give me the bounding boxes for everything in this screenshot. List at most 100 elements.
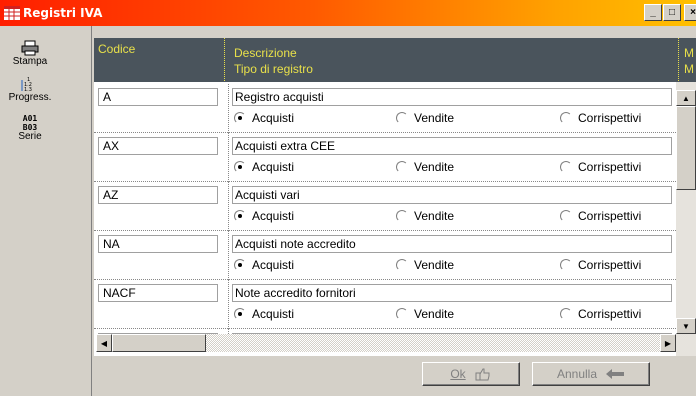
radio-vendite[interactable]: Vendite bbox=[396, 307, 454, 321]
ok-button[interactable]: Ok bbox=[422, 362, 520, 386]
progress-label: Progress. bbox=[8, 92, 52, 103]
table-row[interactable]: A Registro acquisti Acquisti Vendite Corrisp… bbox=[94, 84, 676, 133]
radio-button-icon[interactable] bbox=[234, 210, 246, 222]
code-field[interactable]: AX bbox=[98, 137, 218, 155]
horizontal-scroll-thumb[interactable] bbox=[112, 334, 206, 352]
radio-vendite[interactable]: Vendite bbox=[396, 111, 454, 125]
radio-button-icon[interactable] bbox=[560, 308, 572, 320]
table-row[interactable]: NA Acquisti note accredito Acquisti Vendite… bbox=[94, 231, 676, 280]
maximize-button[interactable]: □ bbox=[663, 4, 681, 21]
annulla-button[interactable]: Annulla bbox=[532, 362, 650, 386]
radio-corrispettivi[interactable]: Corrispettivi bbox=[560, 160, 641, 174]
radio-label: Acquisti bbox=[252, 160, 295, 174]
m-label: M bbox=[684, 62, 694, 76]
row-divider bbox=[228, 182, 229, 231]
description-field[interactable]: Note accredito fornitori bbox=[232, 284, 672, 302]
radio-corrispettivi[interactable]: Corrispettivi bbox=[560, 258, 641, 272]
column-separator[interactable] bbox=[678, 38, 679, 82]
serie-code: A01 bbox=[22, 114, 38, 123]
radio-corrispettivi[interactable]: Corrispettivi bbox=[560, 111, 641, 125]
scroll-down-button[interactable]: ▼ bbox=[676, 318, 696, 334]
grid-rows: A Registro acquisti Acquisti Vendite Corrisp… bbox=[94, 84, 676, 343]
radio-label: Corrispettivi bbox=[578, 111, 642, 125]
scroll-up-button[interactable]: ▲ bbox=[676, 90, 696, 106]
radio-label: Acquisti bbox=[252, 209, 295, 223]
radio-label: Vendite bbox=[414, 209, 455, 223]
window-title: Registri IVA bbox=[23, 6, 103, 20]
radio-label: Acquisti bbox=[252, 111, 295, 125]
radio-button-icon[interactable] bbox=[396, 210, 408, 222]
minimize-button[interactable]: _ bbox=[644, 4, 662, 21]
horizontal-scrollbar[interactable]: ◀ ▶ bbox=[96, 334, 676, 352]
radio-acquisti[interactable]: Acquisti bbox=[234, 307, 294, 321]
radio-button-icon[interactable] bbox=[396, 112, 408, 124]
radio-button-icon[interactable] bbox=[234, 161, 246, 173]
row-divider bbox=[228, 133, 229, 182]
row-divider bbox=[228, 84, 229, 133]
tipo-registro-group: Acquisti Vendite Corrispettivi bbox=[232, 160, 672, 178]
radio-button-icon[interactable] bbox=[234, 112, 246, 124]
vertical-scroll-thumb[interactable] bbox=[676, 106, 696, 190]
radio-vendite[interactable]: Vendite bbox=[396, 209, 454, 223]
title-bar[interactable]: Registri IVA _ □ × bbox=[0, 0, 696, 26]
radio-acquisti[interactable]: Acquisti bbox=[234, 258, 294, 272]
hand-icon bbox=[475, 368, 490, 381]
arrow-left-icon bbox=[606, 369, 625, 379]
radio-button-icon[interactable] bbox=[560, 210, 572, 222]
radio-label: Vendite bbox=[414, 111, 455, 125]
column-header-m[interactable]: M M bbox=[684, 45, 694, 77]
radio-acquisti[interactable]: Acquisti bbox=[234, 209, 294, 223]
stampa-tool-button[interactable]: Stampa bbox=[0, 40, 60, 67]
table-row[interactable]: AZ Acquisti vari Acquisti Vendite Corrispett… bbox=[94, 182, 676, 231]
row-divider bbox=[228, 231, 229, 280]
table-row[interactable]: AX Acquisti extra CEE Acquisti Vendite Corri… bbox=[94, 133, 676, 182]
scroll-left-button[interactable]: ◀ bbox=[96, 334, 112, 352]
tipo-registro-group: Acquisti Vendite Corrispettivi bbox=[232, 111, 672, 129]
code-field[interactable]: NA bbox=[98, 235, 218, 253]
column-header-descrizione[interactable]: Descrizione Tipo di registro bbox=[234, 45, 313, 77]
description-field[interactable]: Acquisti vari bbox=[232, 186, 672, 204]
radio-acquisti[interactable]: Acquisti bbox=[234, 111, 294, 125]
radio-button-icon[interactable] bbox=[396, 308, 408, 320]
ok-label: Ok bbox=[450, 367, 466, 381]
table-row[interactable]: NACF Note accredito fornitori Acquisti Vend… bbox=[94, 280, 676, 329]
radio-label: Vendite bbox=[414, 307, 455, 321]
tipo-registro-group: Acquisti Vendite Corrispettivi bbox=[232, 258, 672, 276]
radio-label: Vendite bbox=[414, 160, 455, 174]
radio-button-icon[interactable] bbox=[396, 259, 408, 271]
radio-button-icon[interactable] bbox=[560, 259, 572, 271]
description-field[interactable]: Acquisti extra CEE bbox=[232, 137, 672, 155]
close-button[interactable]: × bbox=[684, 4, 696, 21]
side-toolbar: Stampa 1 1.2 1.3 Progress. A01 B03 Serie bbox=[0, 26, 92, 396]
radio-vendite[interactable]: Vendite bbox=[396, 160, 454, 174]
printer-icon bbox=[21, 40, 39, 56]
scroll-right-button[interactable]: ▶ bbox=[660, 334, 676, 352]
code-field[interactable]: AZ bbox=[98, 186, 218, 204]
progress-tool-button[interactable]: 1 1.2 1.3 Progress. bbox=[0, 76, 60, 103]
radio-vendite[interactable]: Vendite bbox=[396, 258, 454, 272]
radio-acquisti[interactable]: Acquisti bbox=[234, 160, 294, 174]
column-header-codice[interactable]: Codice bbox=[98, 41, 135, 57]
button-bar: Ok Annulla bbox=[92, 356, 696, 396]
vertical-scrollbar[interactable]: ▲ ▼ bbox=[676, 82, 696, 356]
grid-header: Codice Descrizione Tipo di registro M M bbox=[94, 38, 696, 82]
code-field[interactable]: NACF bbox=[98, 284, 218, 302]
radio-corrispettivi[interactable]: Corrispettivi bbox=[560, 209, 641, 223]
radio-button-icon[interactable] bbox=[234, 259, 246, 271]
window-controls: _ □ × bbox=[644, 4, 696, 21]
description-field[interactable]: Acquisti note accredito bbox=[232, 235, 672, 253]
serie-tool-button[interactable]: A01 B03 Serie bbox=[0, 114, 60, 142]
stampa-label: Stampa bbox=[12, 56, 48, 67]
radio-button-icon[interactable] bbox=[396, 161, 408, 173]
radio-button-icon[interactable] bbox=[234, 308, 246, 320]
radio-label: Corrispettivi bbox=[578, 258, 642, 272]
column-separator[interactable] bbox=[224, 38, 225, 82]
table-icon bbox=[4, 6, 20, 20]
radio-button-icon[interactable] bbox=[560, 112, 572, 124]
description-field[interactable]: Registro acquisti bbox=[232, 88, 672, 106]
radio-label: Vendite bbox=[414, 258, 455, 272]
code-field[interactable]: A bbox=[98, 88, 218, 106]
radio-button-icon[interactable] bbox=[560, 161, 572, 173]
annulla-label: Annulla bbox=[556, 367, 598, 381]
radio-corrispettivi[interactable]: Corrispettivi bbox=[560, 307, 641, 321]
